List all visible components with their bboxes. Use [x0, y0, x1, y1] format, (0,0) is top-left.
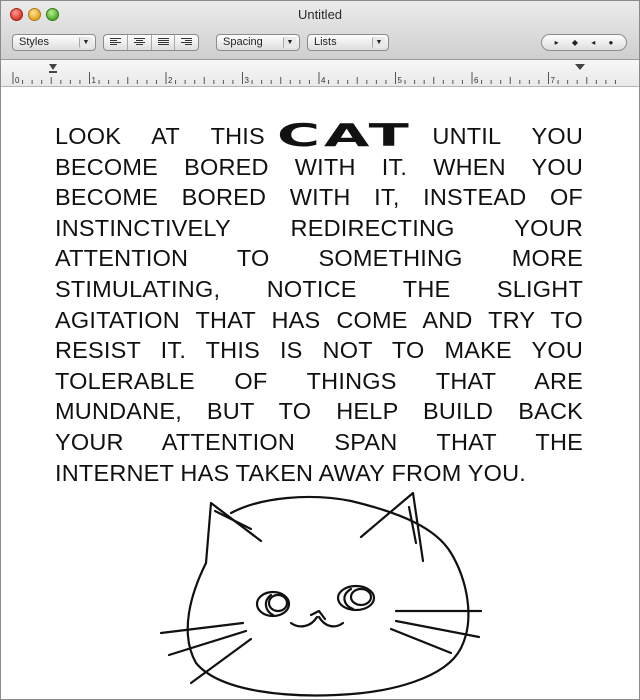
ruler-number: 3: [245, 76, 250, 85]
cat-face-drawing: [159, 491, 483, 697]
ruler[interactable]: 0 1 2 3 4 5 6 7: [1, 60, 639, 87]
text-line: RESIST IT. THIS IS NOT TO MAKE YOU: [55, 337, 583, 364]
text-line: ATTENTION TO SOMETHING MORE: [55, 245, 583, 272]
cat-head-outline: [186, 495, 470, 697]
ruler-number: 2: [168, 76, 173, 85]
text-line: BECOME BORED WITH IT. WHEN YOU: [55, 153, 583, 180]
lists-popup-label: Lists: [314, 36, 337, 48]
chevron-down-icon: ▼: [283, 37, 296, 48]
align-right-button[interactable]: [175, 35, 198, 50]
text-editor-window: Untitled Styles ▼ Spacing ▼ Lists ▼ ▸ ◆ …: [0, 0, 640, 700]
ruler-ticks: 0 1 2 3 4 5 6 7: [12, 64, 616, 85]
diamond-icon[interactable]: ◆: [572, 38, 578, 47]
chevron-down-icon: ▼: [79, 37, 92, 48]
styles-popup-label: Styles: [19, 36, 49, 48]
dot-icon[interactable]: ●: [609, 38, 614, 47]
spacing-popup[interactable]: Spacing ▼: [216, 34, 300, 51]
text-fragment: LOOK AT THIS: [55, 123, 265, 149]
cat-left-pupil: [267, 593, 289, 613]
cat-left-ear-inner: [213, 509, 253, 531]
text-line: INSTINCTIVELY REDIRECTING YOUR: [55, 214, 583, 241]
alignment-control[interactable]: [103, 34, 199, 51]
back-icon[interactable]: ◂: [591, 38, 595, 47]
align-justify-icon: [157, 38, 169, 47]
ruler-number: 0: [15, 76, 20, 85]
chevron-down-icon: ▼: [372, 37, 385, 48]
document-body[interactable]: LOOK AT THIS CAT UNTIL YOU BECOME BORED WI…: [55, 121, 583, 488]
ruler-number: 7: [551, 76, 556, 85]
ruler-number: 1: [92, 76, 97, 85]
text-line: LOOK AT THIS CAT UNTIL YOU: [55, 121, 583, 152]
title-bar[interactable]: Untitled Styles ▼ Spacing ▼ Lists ▼ ▸ ◆ …: [1, 1, 639, 60]
cat-mouth-left: [289, 615, 319, 628]
text-line: MUNDANE, BUT TO HELP BUILD BACK: [55, 398, 583, 425]
cat-mouth-right: [317, 615, 345, 628]
styles-popup[interactable]: Styles ▼: [12, 34, 96, 51]
cat-nose: [309, 609, 327, 621]
text-fragment: UNTIL YOU: [432, 123, 583, 149]
text-line: BECOME BORED WITH IT, INSTEAD OF: [55, 184, 583, 211]
align-left-button[interactable]: [104, 35, 128, 50]
ruler-number: 6: [474, 76, 479, 85]
window-title: Untitled: [297, 7, 343, 22]
document-page[interactable]: LOOK AT THIS CAT UNTIL YOU BECOME BORED WI…: [1, 87, 639, 699]
align-right-icon: [181, 38, 193, 47]
align-center-button[interactable]: [128, 35, 152, 50]
cat-whisker: [159, 621, 245, 635]
first-line-indent-icon[interactable]: [49, 71, 57, 73]
cat-headline-word: CAT: [276, 118, 413, 154]
navigation-control[interactable]: ▸ ◆ ◂ ●: [541, 34, 627, 51]
indent-marker-icon[interactable]: [49, 64, 57, 70]
align-left-icon: [110, 38, 121, 47]
play-icon[interactable]: ▸: [555, 38, 559, 47]
cat-right-pupil: [349, 587, 373, 607]
text-line: YOUR ATTENTION SPAN THAT THE: [55, 428, 583, 455]
align-justify-button[interactable]: [152, 35, 176, 50]
text-line: STIMULATING, NOTICE THE SLIGHT: [55, 275, 583, 302]
text-line: TOLERABLE OF THINGS THAT ARE: [55, 367, 583, 394]
cat-whisker: [389, 627, 453, 655]
ruler-number: 4: [321, 76, 326, 85]
text-line: AGITATION THAT HAS COME AND TRY TO: [55, 306, 583, 333]
lists-popup[interactable]: Lists ▼: [307, 34, 389, 51]
spacing-popup-label: Spacing: [223, 36, 263, 48]
ruler-number: 5: [398, 76, 403, 85]
right-margin-marker-icon[interactable]: [575, 64, 585, 70]
align-center-icon: [133, 38, 145, 47]
